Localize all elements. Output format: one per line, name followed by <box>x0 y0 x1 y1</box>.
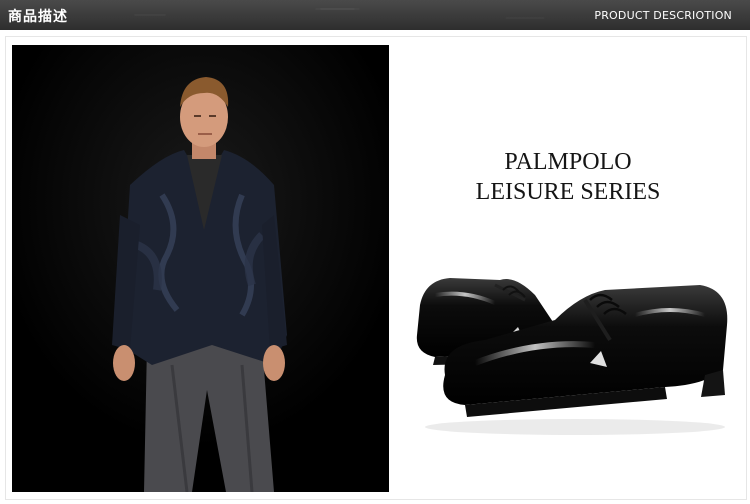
shoe-photo <box>405 245 735 440</box>
section-title: 商品描述 <box>8 9 68 25</box>
section-subtitle: PRODUCT DESCRIOTION <box>594 9 732 22</box>
brand-heading: PALMPOLO LEISURE SERIES <box>430 147 706 207</box>
brand-name: PALMPOLO <box>504 149 632 175</box>
section-header: 商品描述 PRODUCT DESCRIOTION <box>0 0 750 30</box>
model-photo <box>12 45 389 492</box>
brand-series: LEISURE SERIES <box>475 179 661 205</box>
